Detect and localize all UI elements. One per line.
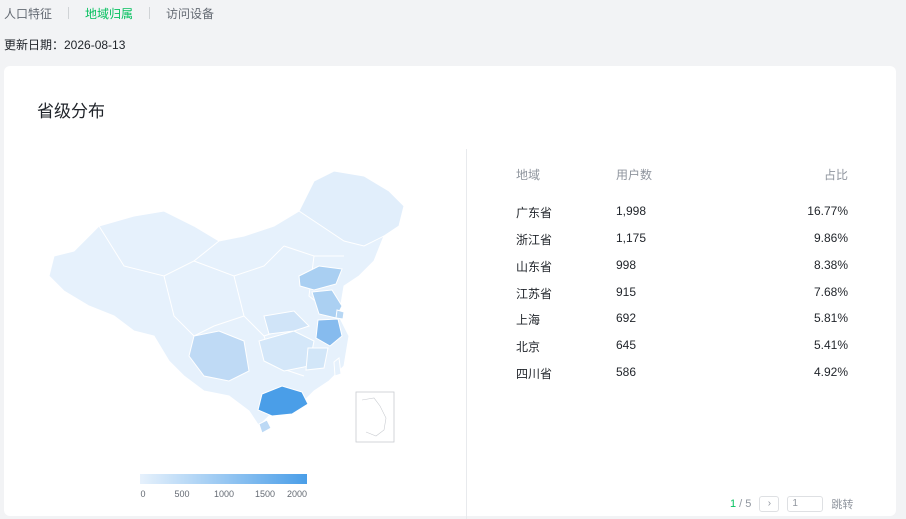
- pagination: 1 / 5 › 1 跳转: [730, 496, 853, 512]
- tab-region[interactable]: 地域归属: [85, 5, 133, 22]
- china-map: [48, 170, 405, 443]
- tab-population[interactable]: 人口特征: [4, 5, 52, 22]
- legend-tick: 0: [140, 489, 146, 499]
- card-divider: [466, 149, 467, 519]
- column-header-region: 地域: [516, 168, 541, 182]
- cell-users: 1,175: [616, 231, 647, 245]
- cell-ratio: 7.68%: [813, 285, 848, 299]
- table-row: 山东省 998 8.38%: [516, 258, 848, 285]
- next-page-button[interactable]: ›: [759, 496, 780, 512]
- legend-gradient-bar: [140, 474, 307, 484]
- legend-tick: 1000: [213, 489, 235, 499]
- tab-divider: [68, 7, 70, 19]
- table-row: 江苏省 915 7.68%: [516, 285, 848, 312]
- legend-tick: 1500: [254, 489, 276, 499]
- cell-users: 645: [616, 338, 637, 352]
- cell-ratio: 5.41%: [813, 338, 848, 352]
- table-row: 四川省 586 4.92%: [516, 365, 848, 392]
- cell-ratio: 8.38%: [813, 258, 848, 272]
- table-row: 北京 645 5.41%: [516, 338, 848, 365]
- pagination-total: / 5: [739, 498, 752, 510]
- cell-region: 四川省: [516, 367, 553, 381]
- legend-ticks: 0 500 1000 1500 2000: [140, 489, 307, 503]
- tab-bar: 人口特征 地域归属 访问设备: [4, 4, 214, 22]
- table-row: 上海 692 5.81%: [516, 311, 848, 338]
- update-date: 更新日期：2026-08-13: [4, 38, 126, 52]
- cell-region: 浙江省: [516, 233, 553, 247]
- province-card: 省级分布 0 500 1000 1500 2000 地域 用户数 占比 广东省 …: [4, 66, 896, 519]
- cell-users: 915: [616, 285, 637, 299]
- page-jump-input[interactable]: 1: [787, 496, 824, 512]
- column-header-users: 用户数: [616, 168, 653, 182]
- cell-users: 1,998: [616, 204, 647, 218]
- table-row: 广东省 1,998 16.77%: [516, 204, 848, 231]
- cell-ratio: 5.81%: [813, 311, 848, 325]
- cell-users: 998: [616, 258, 637, 272]
- legend-tick: 500: [174, 489, 190, 499]
- cell-ratio: 16.77%: [807, 204, 848, 218]
- cell-region: 广东省: [516, 206, 553, 220]
- map-legend: 0 500 1000 1500 2000: [140, 474, 307, 503]
- table-row: 浙江省 1,175 9.86%: [516, 231, 848, 258]
- column-header-ratio: 占比: [824, 168, 849, 182]
- map-region-shanghai: [335, 309, 345, 320]
- map-region-fujian: [305, 347, 329, 371]
- cell-region: 上海: [516, 313, 541, 327]
- cell-region: 山东省: [516, 260, 553, 274]
- cell-region: 江苏省: [516, 287, 553, 301]
- legend-tick: 2000: [286, 489, 308, 499]
- tab-devices[interactable]: 访问设备: [166, 5, 214, 22]
- cell-users: 586: [616, 365, 637, 379]
- cell-region: 北京: [516, 340, 541, 354]
- cell-users: 692: [616, 311, 637, 325]
- card-title: 省级分布: [37, 102, 105, 121]
- jump-button[interactable]: 跳转: [831, 496, 853, 512]
- tab-divider: [149, 7, 151, 19]
- cell-ratio: 9.86%: [813, 231, 848, 245]
- cell-ratio: 4.92%: [813, 365, 848, 379]
- pagination-current: 1: [730, 498, 737, 510]
